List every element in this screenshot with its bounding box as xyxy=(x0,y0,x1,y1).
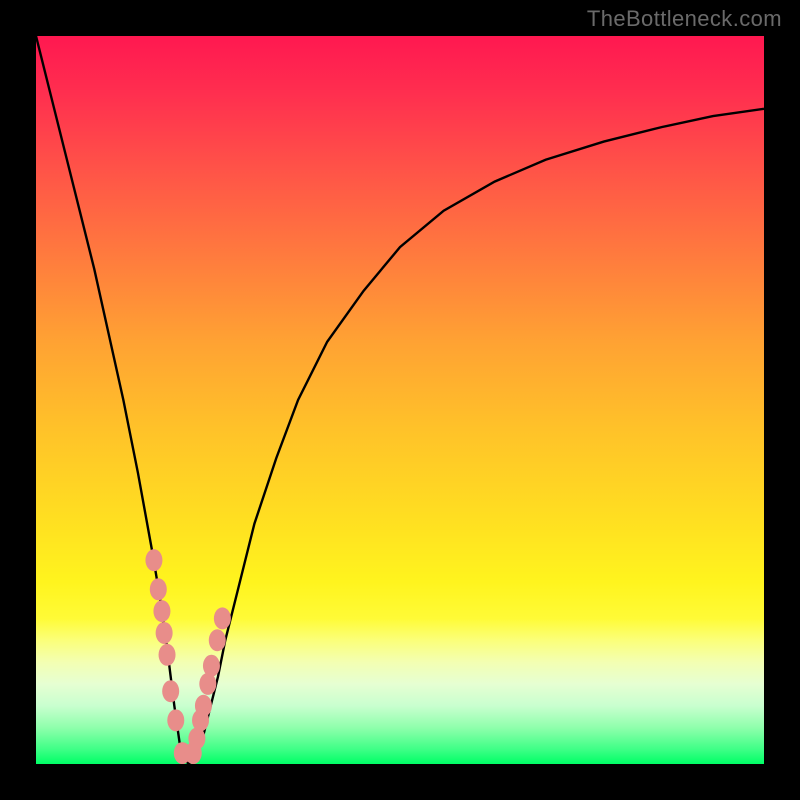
sample-dot xyxy=(195,695,212,717)
sample-dot xyxy=(162,680,179,702)
sample-dot xyxy=(209,629,226,651)
curve-layer xyxy=(36,36,764,764)
sample-dot xyxy=(167,709,184,731)
watermark-text: TheBottleneck.com xyxy=(587,6,782,32)
sample-dot xyxy=(153,600,170,622)
sample-dot xyxy=(159,644,176,666)
bottleneck-curve xyxy=(36,36,764,764)
outer-frame: TheBottleneck.com xyxy=(0,0,800,800)
plot-area xyxy=(36,36,764,764)
sample-dots-right xyxy=(185,607,231,764)
sample-dot xyxy=(203,655,220,677)
sample-dot xyxy=(150,578,167,600)
sample-dots-left xyxy=(145,549,190,764)
sample-dot xyxy=(145,549,162,571)
sample-dot xyxy=(156,622,173,644)
sample-dot xyxy=(214,607,231,629)
